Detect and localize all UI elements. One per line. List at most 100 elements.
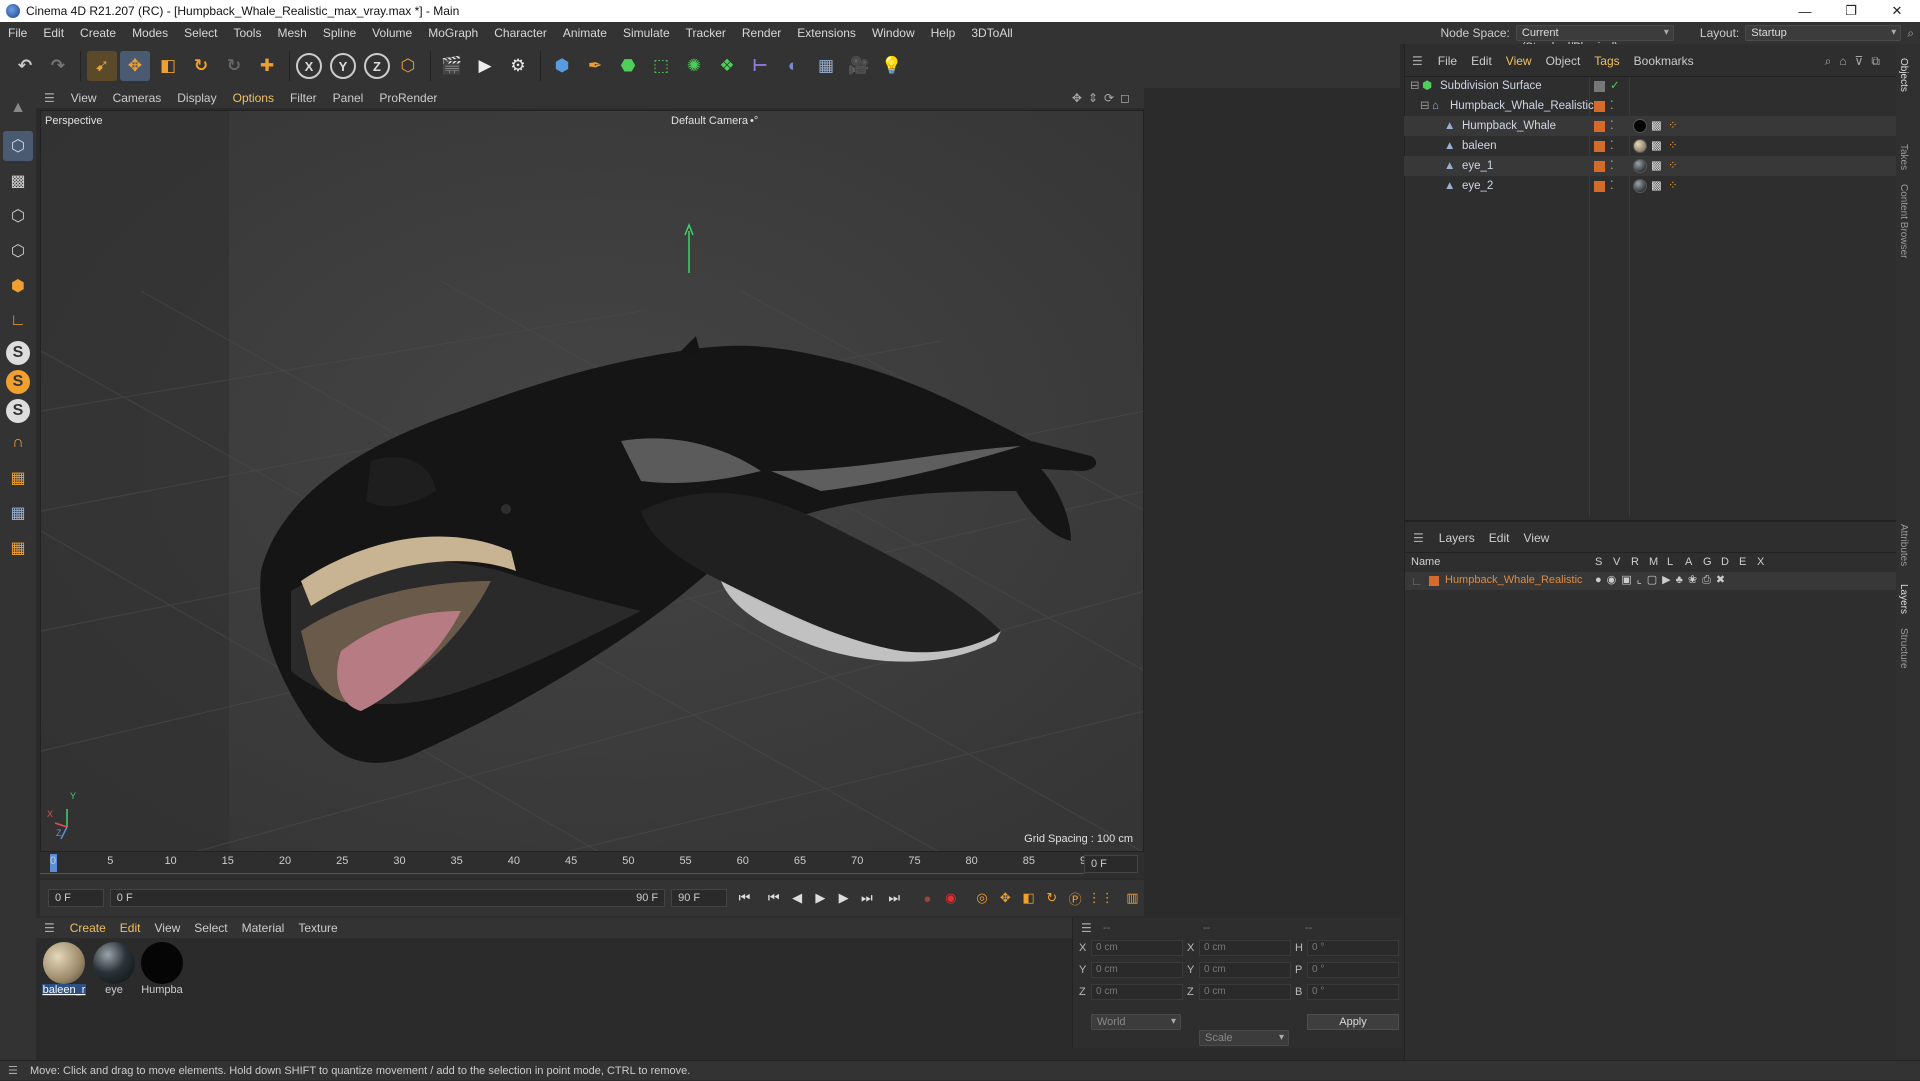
layer-column-manager[interactable]: M — [1649, 556, 1667, 568]
layer-column-locked[interactable]: L — [1667, 556, 1685, 568]
uvw-tag-icon[interactable]: ▩ — [1651, 176, 1662, 196]
object-mode-icon[interactable]: ⬡ — [3, 131, 33, 161]
search-icon[interactable]: ⌕ — [1907, 26, 1914, 41]
end-frame-field[interactable]: 90 F — [671, 889, 727, 907]
menu-create[interactable]: Create — [72, 22, 124, 44]
layer-column-animation[interactable]: A — [1685, 556, 1703, 568]
camera-label-group[interactable]: Default Camera •° — [671, 115, 758, 127]
layer-menu-layers[interactable]: Layers — [1432, 531, 1482, 545]
soft-snap-icon[interactable]: S — [6, 370, 30, 394]
position-z-field[interactable]: 0 cm — [1091, 984, 1183, 1000]
object-menu-object[interactable]: Object — [1539, 54, 1588, 68]
uvw-tag-icon[interactable]: ▩ — [1651, 156, 1662, 176]
menu-simulate[interactable]: Simulate — [615, 22, 678, 44]
keyframe-selection-icon[interactable]: ◎ — [972, 886, 991, 910]
layer-row[interactable]: ∟ Humpback_Whale_Realistic ●◉▣⌞▢▶♣❀⎙✖ — [1405, 572, 1897, 590]
menu-render[interactable]: Render — [734, 22, 789, 44]
material-menu-texture[interactable]: Texture — [291, 921, 344, 935]
layer-column-view[interactable]: V — [1613, 556, 1631, 568]
magnet-icon[interactable]: ∩ — [3, 428, 33, 458]
viewport-menu-panel[interactable]: Panel — [325, 91, 372, 105]
viewport-navigation-icons[interactable]: ✥⇕⟳◻ — [1072, 91, 1144, 105]
material-menu-select[interactable]: Select — [187, 921, 234, 935]
render-settings-icon[interactable]: ⚙ — [503, 51, 533, 81]
select-tool-icon[interactable]: ↻ — [219, 51, 249, 81]
mograph-icon[interactable]: ❖ — [712, 51, 742, 81]
scale-key-icon[interactable]: ◧ — [1019, 886, 1038, 910]
viewport-menu-options[interactable]: Options — [225, 91, 282, 105]
tag-icon[interactable]: ⁘ — [1668, 116, 1678, 136]
size-x-field[interactable]: 0 cm — [1199, 940, 1291, 956]
layer-column-deformers[interactable]: D — [1721, 556, 1739, 568]
record-keys-icon[interactable]: ● — [918, 886, 937, 910]
undo-icon[interactable]: ↶ — [10, 51, 40, 81]
layer-color-icon[interactable] — [1429, 576, 1439, 586]
menu-edit[interactable]: Edit — [35, 22, 72, 44]
menu-select[interactable]: Select — [176, 22, 225, 44]
node-space-dropdown[interactable]: Current (Standard/Physical) — [1516, 25, 1674, 41]
object-menu-bookmarks[interactable]: Bookmarks — [1627, 54, 1701, 68]
edges-mode-icon[interactable]: ⬡ — [3, 236, 33, 266]
layer-column-expressions[interactable]: E — [1739, 556, 1757, 568]
menu-volume[interactable]: Volume — [364, 22, 420, 44]
scale-tool-icon[interactable]: ◧ — [153, 51, 183, 81]
field-icon[interactable]: ◐ — [778, 51, 808, 81]
layer-column-render[interactable]: R — [1631, 556, 1649, 568]
timeline-ruler[interactable]: 051015202530354045505560657075808590 0 F — [40, 852, 1144, 878]
object-row[interactable]: ▲ baleen ⁚ ▩ ⁘ — [1404, 136, 1896, 156]
object-row[interactable]: ▲ eye_1 ⁚ ▩ ⁘ — [1404, 156, 1896, 176]
tab-structure[interactable]: Structure — [1898, 628, 1909, 669]
position-x-field[interactable]: 0 cm — [1091, 940, 1183, 956]
tab-content-browser[interactable]: Content Browser — [1898, 184, 1909, 258]
viewport-menu-prorender[interactable]: ProRender — [371, 91, 445, 105]
object-row[interactable]: ⊟ ⌂ Humpback_Whale_Realistic ⁚ — [1404, 96, 1896, 116]
coordinate-system-icon[interactable]: ⬡ — [393, 51, 423, 81]
viewport-menu-cameras[interactable]: Cameras — [105, 91, 170, 105]
menu-animate[interactable]: Animate — [555, 22, 615, 44]
size-mode-dropdown[interactable]: Scale — [1199, 1030, 1289, 1046]
floor-icon[interactable]: ▦ — [811, 51, 841, 81]
uvw-tag-icon[interactable]: ▩ — [1651, 136, 1662, 156]
tag-icon[interactable]: ⁘ — [1668, 176, 1678, 196]
menu-tracker[interactable]: Tracker — [678, 22, 734, 44]
viewport-menu-view[interactable]: View — [63, 91, 105, 105]
polygons-mode-icon[interactable]: ⬢ — [3, 271, 33, 301]
layer-menu-edit[interactable]: Edit — [1482, 531, 1517, 545]
tag-icon[interactable]: ⁘ — [1668, 136, 1678, 156]
object-manager-tool-icons[interactable]: ⌕⌂⊽⧉ — [1825, 54, 1896, 69]
material-tag-icon[interactable] — [1633, 119, 1647, 133]
cube-icon[interactable]: ⬢ — [547, 51, 577, 81]
live-selection-icon[interactable]: ➹ — [87, 51, 117, 81]
deformer-icon[interactable]: ⊢ — [745, 51, 775, 81]
menu-mograph[interactable]: MoGraph — [420, 22, 486, 44]
menu-3dtoall[interactable]: 3DToAll — [963, 22, 1020, 44]
visibility-dots-icon[interactable]: ⁚ — [1610, 156, 1614, 176]
visibility-dots-icon[interactable]: ⁚ — [1610, 96, 1614, 116]
menu-character[interactable]: Character — [486, 22, 555, 44]
rotation-h-field[interactable]: 0 ° — [1307, 940, 1399, 956]
size-y-field[interactable]: 0 cm — [1199, 962, 1291, 978]
object-menu-view[interactable]: View — [1499, 54, 1539, 68]
x-axis-lock-icon[interactable]: X — [296, 53, 322, 79]
visibility-dots-icon[interactable]: ⁚ — [1610, 136, 1614, 156]
snap-settings-icon[interactable]: S — [6, 399, 30, 423]
menu-extensions[interactable]: Extensions — [789, 22, 864, 44]
minimize-button[interactable]: — — [1782, 0, 1828, 22]
enabled-check-icon[interactable]: ✓ — [1610, 76, 1620, 96]
model-mode-icon[interactable]: ▲ — [3, 93, 33, 123]
goto-start-icon[interactable]: ⏮ — [735, 886, 754, 910]
render-region-icon[interactable]: 🎬 — [437, 51, 467, 81]
tab-takes[interactable]: Takes — [1898, 144, 1909, 170]
rotation-key-icon[interactable]: ↻ — [1042, 886, 1061, 910]
coordinate-system-dropdown[interactable]: World — [1091, 1014, 1181, 1030]
menu-tools[interactable]: Tools — [225, 22, 269, 44]
transform-tool-icon[interactable]: ✚ — [252, 51, 282, 81]
layer-flags-icons[interactable]: ●◉▣⌞▢▶♣❀⎙✖ — [1595, 573, 1730, 587]
viewport-menu-hamburger-icon[interactable]: ☰ — [36, 91, 63, 105]
object-menu-file[interactable]: File — [1431, 54, 1464, 68]
menu-file[interactable]: File — [0, 22, 35, 44]
object-name[interactable]: eye_1 — [1462, 156, 1493, 176]
menu-help[interactable]: Help — [923, 22, 964, 44]
layer-column-xref[interactable]: X — [1757, 556, 1775, 568]
object-row[interactable]: ▲ Humpback_Whale ⁚ ▩ ⁘ — [1404, 116, 1896, 136]
